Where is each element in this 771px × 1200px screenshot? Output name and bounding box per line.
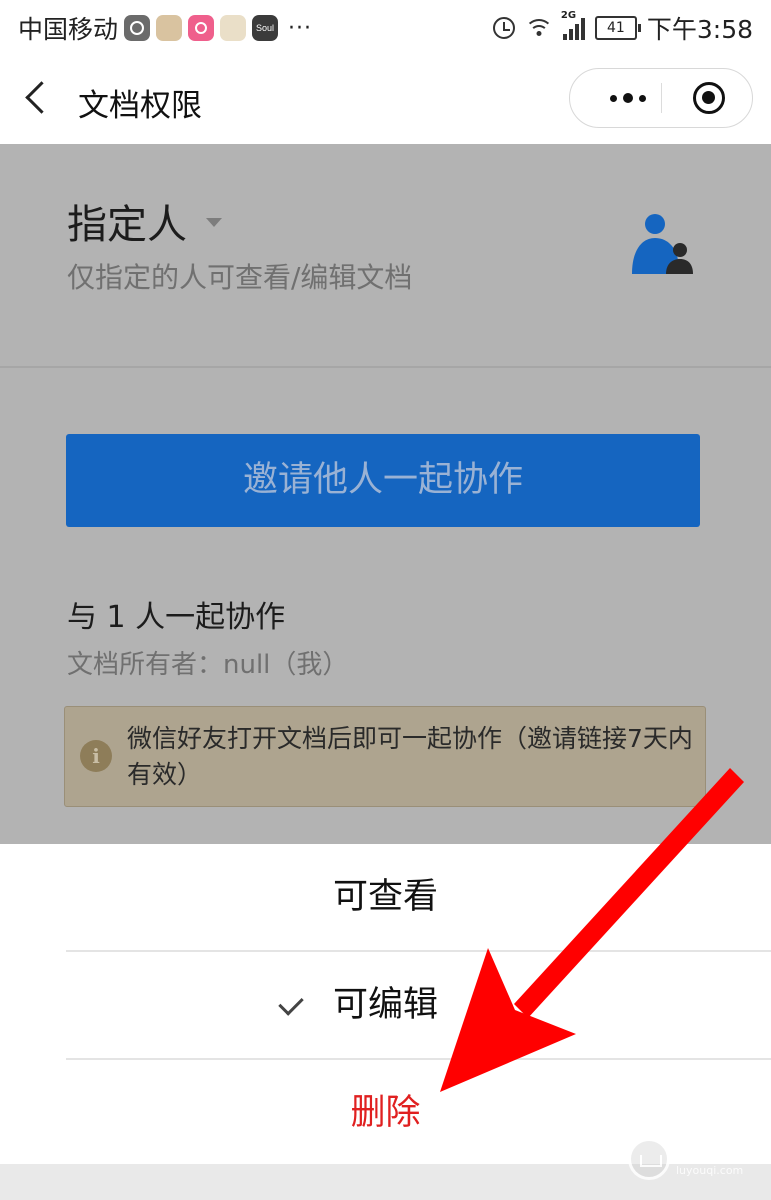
more-icon[interactable] [596,69,660,127]
option-can-edit-label: 可编辑 [332,985,438,1025]
section-divider [0,366,771,368]
caret-down-icon[interactable] [206,218,222,227]
clock: 下午3:58 [646,15,753,44]
app-notification-icon [220,15,247,41]
more-notifications: ··· [288,15,312,41]
battery-icon: 41 [594,16,641,40]
signal-icon: 2G [561,10,585,40]
watermark: 路由器 luyouqi.com [628,1136,758,1182]
router-logo-icon [628,1138,670,1180]
battery-level: 41 [606,20,625,36]
soul-app-icon: Soul [252,15,279,41]
permission-action-sheet: 可查看 可编辑 删除 [0,844,771,1164]
status-left: 中国移动 Soul ··· [18,10,312,46]
miniprogram-capsule [569,68,753,128]
checkmark-icon [278,990,304,1016]
app-notification-icon [124,15,151,41]
option-can-edit[interactable]: 可编辑 [0,952,771,1058]
watermark-text: 路由器 luyouqi.com [676,1141,748,1177]
network-type: 2G [560,10,577,21]
notice-text: 微信好友打开文档后即可一起协作（邀请链接7天内有效） [127,724,693,789]
page-content: 指定人 仅指定的人可查看/编辑文档 邀请他人一起协作 与 1 人一起协作 文档所… [0,144,771,844]
alarm-icon [492,17,515,39]
document-owner: 文档所有者：null（我） [67,650,349,680]
capsule-divider [661,83,662,113]
info-icon: i [80,740,112,772]
watermark-domain: luyouqi.com [676,1164,744,1177]
nav-bar: 文档权限 [0,54,771,144]
invite-collaborators-button[interactable]: 邀请他人一起协作 [66,434,700,527]
option-can-view[interactable]: 可查看 [0,844,771,950]
close-miniprogram-icon[interactable] [693,82,725,114]
collaborator-count: 与 1 人一起协作 [67,600,286,635]
permission-mode-select[interactable]: 指定人 [67,192,187,250]
app-notification-icon [156,15,183,41]
wifi-icon [524,17,553,39]
page-title: 文档权限 [78,88,202,124]
status-right: 2G 41 下午3:58 [492,10,753,46]
notification-icons: Soul [124,15,279,41]
watermark-name: 路由器 [676,1139,748,1167]
carrier-name: 中国移动 [18,15,119,44]
status-bar: 中国移动 Soul ··· 2G 41 下午3:58 [0,0,771,54]
specified-people-icon [632,214,693,274]
app-notification-icon [188,15,215,41]
permission-description: 仅指定的人可查看/编辑文档 [67,261,413,294]
invite-notice: i 微信好友打开文档后即可一起协作（邀请链接7天内有效） [64,706,706,807]
back-icon[interactable] [25,81,58,114]
